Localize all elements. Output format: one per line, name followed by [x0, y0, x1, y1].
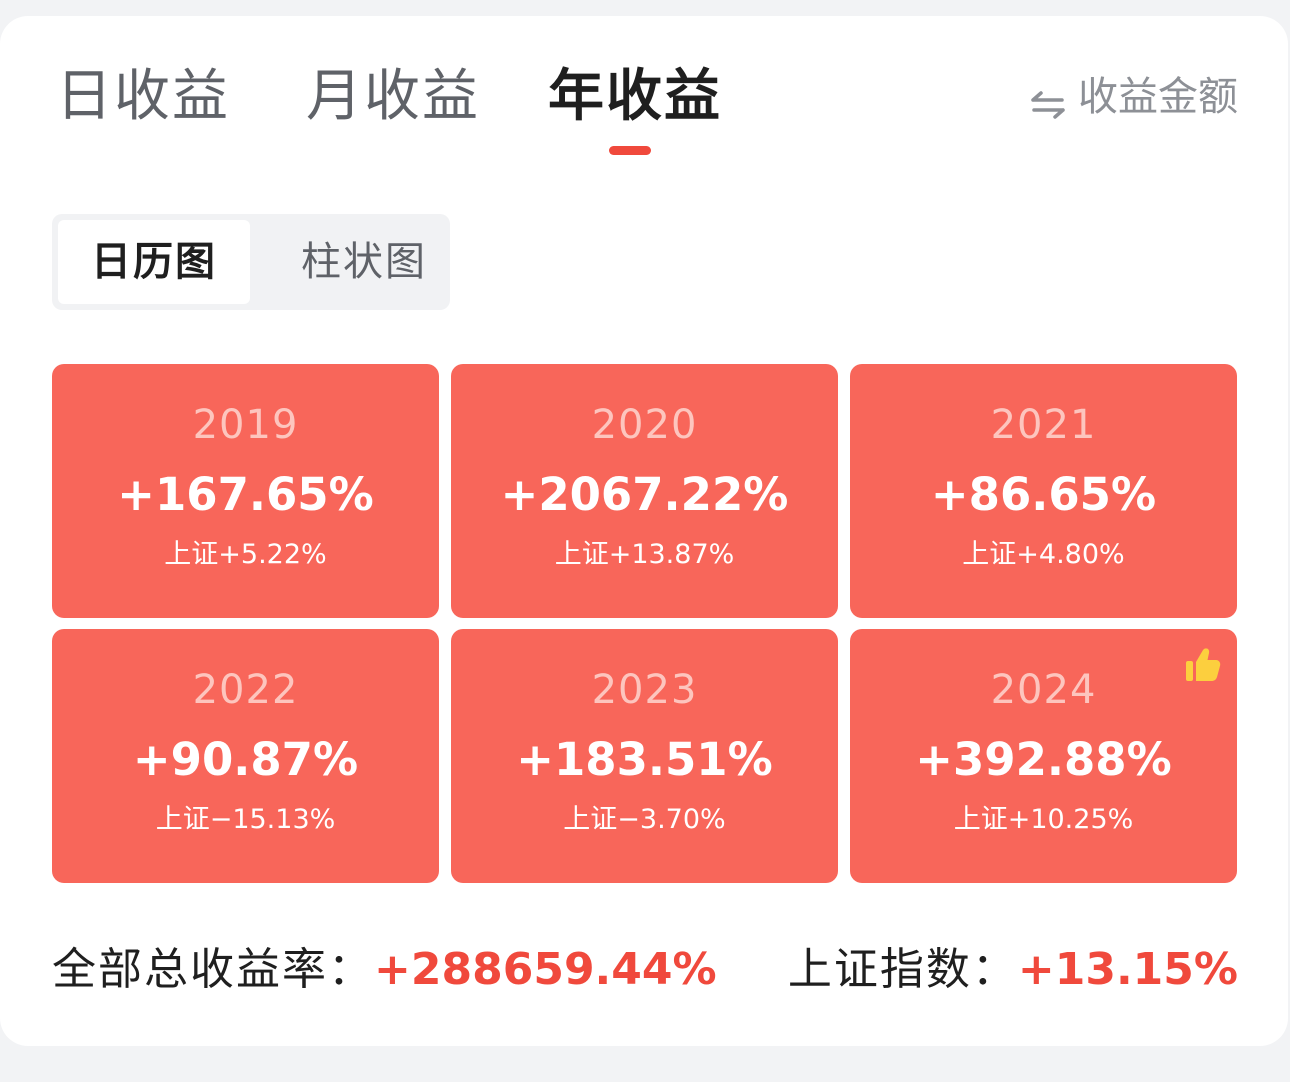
tab-yearly-returns[interactable]: 年收益 — [548, 62, 722, 132]
calendar-view-button[interactable]: 日历图 — [58, 220, 250, 304]
year-tile-2024[interactable]: 2024 +392.88% 上证+10.25% — [850, 629, 1237, 883]
yearly-returns-grid: 2019 +167.65% 上证+5.22% 2020 +2067.22% 上证… — [52, 364, 1238, 884]
tile-return: +86.65% — [930, 468, 1157, 521]
tab-monthly-returns[interactable]: 月收益 — [306, 62, 480, 132]
tab-daily-returns[interactable]: 日收益 — [56, 62, 230, 132]
tile-year: 2022 — [192, 667, 299, 713]
tile-year: 2021 — [990, 402, 1097, 448]
view-switch: 日历图 柱状图 — [52, 214, 450, 310]
index-return-value: +13.15% — [1017, 944, 1238, 995]
tile-year: 2024 — [990, 667, 1097, 713]
tile-index-change: 上证−3.70% — [563, 804, 726, 835]
tile-return: +183.51% — [516, 733, 773, 786]
year-tile-2023[interactable]: 2023 +183.51% 上证−3.70% — [451, 629, 838, 883]
total-return-summary: 全部总收益率： +288659.44% — [52, 938, 717, 1002]
tile-index-change: 上证+5.22% — [164, 539, 327, 570]
swap-arrows-icon — [1030, 82, 1066, 119]
index-return-summary: 上证指数： +13.15% — [788, 938, 1238, 1002]
total-return-value: +288659.44% — [374, 944, 717, 995]
tile-year: 2020 — [591, 402, 698, 448]
tile-return: +167.65% — [117, 468, 374, 521]
tile-return: +2067.22% — [500, 468, 789, 521]
tile-year: 2019 — [192, 402, 299, 448]
amount-toggle-button[interactable]: 收益金额 — [1030, 72, 1238, 122]
bar-chart-view-button[interactable]: 柱状图 — [268, 220, 460, 304]
tile-return: +90.87% — [132, 733, 359, 786]
tile-year: 2023 — [591, 667, 698, 713]
returns-summary: 全部总收益率： +288659.44% 上证指数： +13.15% — [52, 938, 1238, 1008]
year-tile-2020[interactable]: 2020 +2067.22% 上证+13.87% — [451, 364, 838, 618]
tile-index-change: 上证+13.87% — [554, 539, 735, 570]
active-tab-indicator — [609, 146, 651, 155]
year-tile-2022[interactable]: 2022 +90.87% 上证−15.13% — [52, 629, 439, 883]
total-return-label: 全部总收益率： — [52, 944, 374, 995]
year-tile-2021[interactable]: 2021 +86.65% 上证+4.80% — [850, 364, 1237, 618]
index-return-label: 上证指数： — [787, 944, 1018, 995]
tile-return: +392.88% — [915, 733, 1172, 786]
year-tile-2019[interactable]: 2019 +167.65% 上证+5.22% — [52, 364, 439, 618]
tile-index-change: 上证+10.25% — [953, 804, 1134, 835]
tile-index-change: 上证+4.80% — [962, 539, 1125, 570]
tile-index-change: 上证−15.13% — [155, 804, 336, 835]
amount-toggle-label: 收益金额 — [1078, 74, 1238, 120]
